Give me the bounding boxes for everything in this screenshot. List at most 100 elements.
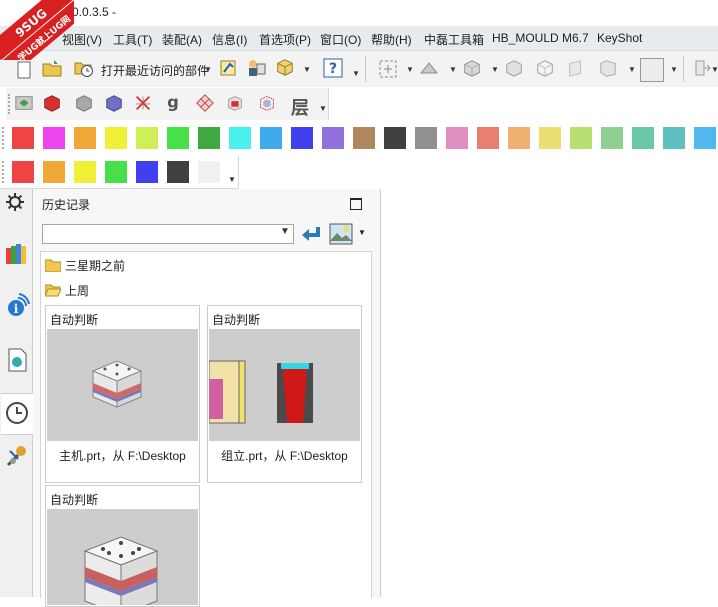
info-icon[interactable]: i — [4, 292, 30, 318]
color-swatch[interactable] — [570, 127, 592, 149]
export-dropdown-arrow[interactable]: ▼ — [711, 65, 718, 74]
red-solid-icon[interactable] — [42, 93, 62, 113]
color-swatch[interactable] — [229, 127, 251, 149]
layer-button[interactable]: 层 — [291, 94, 309, 120]
history-filter-dropdown-arrow[interactable]: ▼ — [280, 226, 290, 237]
gray-solid-icon[interactable] — [74, 93, 94, 113]
standard-toolbar: 打开最近访问的部件 ▼ ▼ ? ▼ ▼ ▼ ▼ ▼ ▼ ▼ — [0, 51, 718, 87]
color-swatch[interactable] — [74, 127, 96, 149]
mesh-icon[interactable] — [195, 93, 215, 113]
color-swatch[interactable] — [353, 127, 375, 149]
red-box-icon[interactable] — [225, 93, 245, 113]
blue-solid-icon[interactable] — [104, 93, 124, 113]
help-dropdown-arrow[interactable]: ▼ — [352, 69, 360, 78]
color-swatch[interactable] — [291, 127, 313, 149]
thumbnail-view-icon[interactable] — [329, 223, 353, 245]
new-file-icon[interactable] — [14, 60, 34, 80]
fit-view-icon[interactable] — [378, 59, 398, 79]
show-hide-icon[interactable] — [14, 93, 34, 113]
section-view-icon[interactable] — [566, 58, 586, 78]
color-swatch[interactable] — [694, 127, 716, 149]
color-swatch[interactable] — [198, 127, 220, 149]
recent-parts-dropdown-arrow[interactable]: ▼ — [204, 65, 212, 74]
export-icon[interactable] — [692, 58, 712, 78]
history-group-three-weeks[interactable]: 三星期之前 — [65, 257, 125, 274]
wireframe-cube-icon[interactable] — [535, 58, 555, 78]
color-swatch[interactable] — [632, 127, 654, 149]
color-swatch[interactable] — [446, 127, 468, 149]
quick-color-dropdown-arrow[interactable]: ▼ — [228, 175, 236, 184]
menu-hb-mould[interactable]: HB_MOULD M6.7 — [492, 31, 589, 45]
clock-icon[interactable] — [4, 400, 30, 426]
solid-cube-icon[interactable] — [504, 58, 524, 78]
quick-color-swatch[interactable] — [105, 161, 127, 183]
color-swatch[interactable] — [663, 127, 685, 149]
history-card[interactable]: 自动判断 组立.prt，从 F:\Desktop — [207, 305, 362, 483]
layer-view-icon[interactable] — [598, 58, 618, 78]
color-swatch[interactable] — [477, 127, 499, 149]
history-card[interactable]: 自动判断 主机.prt，从 F:\Desktop — [45, 305, 200, 483]
quick-color-swatch[interactable] — [167, 161, 189, 183]
layer-dropdown-arrow[interactable]: ▼ — [319, 104, 327, 113]
color-swatch[interactable] — [105, 127, 127, 149]
user-defaults-icon[interactable] — [246, 58, 266, 78]
quick-color-swatch[interactable] — [136, 161, 158, 183]
help-icon[interactable]: ? — [323, 58, 343, 78]
shaded-cube-dropdown-arrow[interactable]: ▼ — [491, 65, 499, 74]
color-swatch[interactable] — [322, 127, 344, 149]
recent-parts-label[interactable]: 打开最近访问的部件 — [101, 62, 209, 79]
color-swatch[interactable] — [539, 127, 561, 149]
render-style-icon[interactable] — [419, 59, 439, 79]
open-folder-icon[interactable] — [42, 58, 62, 78]
menu-window[interactable]: 窗口(O) — [320, 31, 361, 48]
history-group-last-week[interactable]: 上周 — [65, 282, 89, 299]
menu-preferences[interactable]: 首选项(P) — [259, 31, 311, 48]
back-arrow-icon[interactable] — [300, 224, 322, 244]
web-page-icon[interactable] — [4, 347, 30, 373]
thumbnail-view-dropdown-arrow[interactable]: ▼ — [358, 228, 366, 237]
part-navigator-icon[interactable] — [218, 58, 238, 78]
background-color-dropdown-arrow[interactable]: ▼ — [670, 65, 678, 74]
color-swatch[interactable] — [415, 127, 437, 149]
g-command-icon[interactable]: g — [163, 92, 183, 112]
quick-color-swatch[interactable] — [198, 161, 220, 183]
display-toolbar: g 层 ▼ — [6, 88, 329, 120]
menu-keyshot[interactable]: KeyShot — [597, 31, 642, 45]
quick-color-swatch[interactable] — [12, 161, 34, 183]
quick-color-swatch[interactable] — [74, 161, 96, 183]
color-swatch[interactable] — [384, 127, 406, 149]
color-swatch[interactable] — [136, 127, 158, 149]
folder-icon — [45, 259, 61, 272]
color-swatch[interactable] — [12, 127, 34, 149]
layer-view-dropdown-arrow[interactable]: ▼ — [628, 65, 636, 74]
color-swatch[interactable] — [43, 127, 65, 149]
background-color-button[interactable] — [640, 58, 664, 82]
delete-body-icon[interactable] — [133, 93, 153, 113]
component-icon[interactable] — [275, 57, 295, 77]
books-icon[interactable] — [4, 240, 30, 266]
menu-zhonglei-toolbox[interactable]: 中磊工具箱 — [424, 31, 484, 48]
menu-info[interactable]: 信息(I) — [212, 31, 247, 48]
color-swatch[interactable] — [601, 127, 623, 149]
maximize-panel-button[interactable] — [350, 198, 362, 210]
render-style-dropdown-arrow[interactable]: ▼ — [449, 65, 457, 74]
history-card[interactable]: 自动判断 — [45, 485, 200, 607]
gear-icon[interactable] — [5, 192, 25, 212]
quick-color-swatch[interactable] — [43, 161, 65, 183]
tools-icon[interactable] — [4, 443, 30, 469]
recent-parts-icon[interactable] — [74, 58, 94, 78]
color-swatch[interactable] — [167, 127, 189, 149]
menu-tools[interactable]: 工具(T) — [113, 31, 152, 48]
color-swatch[interactable] — [260, 127, 282, 149]
fit-view-dropdown-arrow[interactable]: ▼ — [406, 65, 414, 74]
history-filter-select[interactable] — [42, 224, 294, 244]
color-swatch[interactable] — [508, 127, 530, 149]
bounding-box-icon[interactable] — [257, 93, 277, 113]
component-dropdown-arrow[interactable]: ▼ — [303, 65, 311, 74]
graphics-window[interactable] — [381, 189, 718, 597]
open-folder-icon — [45, 284, 61, 297]
shaded-cube-icon[interactable] — [462, 58, 482, 78]
menu-assembly[interactable]: 装配(A) — [162, 31, 202, 48]
part-thumbnail — [209, 329, 360, 441]
menu-help[interactable]: 帮助(H) — [371, 31, 412, 48]
